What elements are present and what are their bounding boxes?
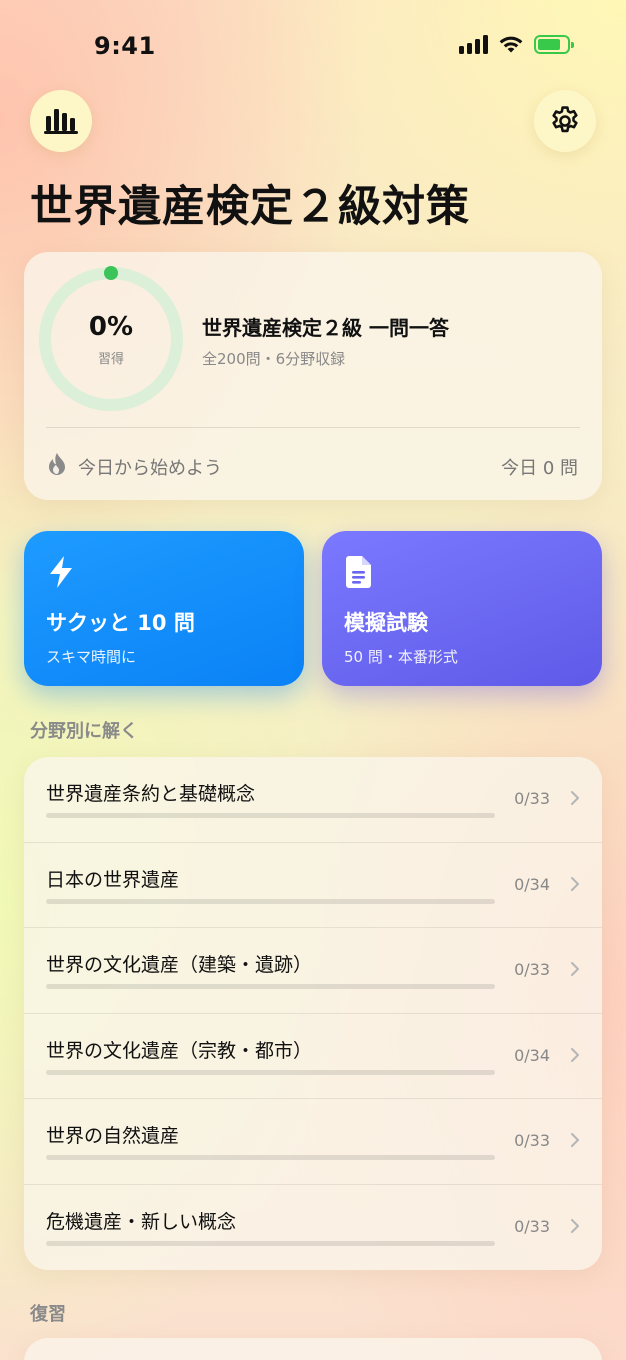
today-count: 今日 0 問 (501, 458, 578, 479)
category-progress-bar (46, 1069, 495, 1075)
chevron-right-icon (571, 962, 579, 976)
category-row[interactable]: 世界の文化遺産（建築・遺跡） 0/33 (24, 928, 602, 1014)
battery-icon (534, 34, 574, 54)
progress-caption: 習得 (97, 352, 124, 367)
chevron-right-icon (571, 1133, 579, 1147)
quick-quiz-title: サクッと 10 問 (46, 611, 195, 635)
category-name: 日本の世界遺産 (46, 868, 180, 891)
category-count: 0/33 (514, 789, 550, 808)
category-progress-bar (46, 1155, 495, 1160)
page-title: 世界遺産検定２級対策 (30, 182, 470, 232)
category-name: 世界の文化遺産（宗教・都市） (46, 1039, 313, 1062)
settings-button[interactable] (534, 90, 596, 152)
category-progress-bar (46, 813, 495, 818)
category-progress-bar (46, 898, 495, 904)
category-row[interactable]: 日本の世界遺産 0/34 (24, 843, 602, 928)
mock-exam-subtitle: 50 問・本番形式 (344, 648, 458, 666)
course-subtitle: 全200問・6分野収録 (202, 350, 346, 368)
category-count: 0/34 (514, 1045, 550, 1065)
course-title: 世界遺産検定２級 一問一答 (202, 316, 449, 340)
quick-quiz-button[interactable]: サクッと 10 問 スキマ時間に (24, 531, 304, 686)
review-section-label: 復習 (30, 1304, 66, 1325)
categories-section-label: 分野別に解く (30, 721, 138, 742)
category-count: 0/34 (514, 874, 550, 894)
stats-button[interactable] (30, 90, 92, 152)
category-name: 世界の文化遺産（建築・遺跡） (46, 954, 313, 976)
status-icons (459, 34, 574, 54)
chevron-right-icon (571, 791, 579, 805)
category-progress-bar (46, 1240, 495, 1246)
category-name: 世界の自然遺産 (46, 1125, 180, 1147)
category-progress-bar (46, 984, 495, 989)
category-name: 世界遺産条約と基礎概念 (46, 783, 256, 805)
progress-percent: 0% (88, 312, 134, 342)
flame-icon (49, 453, 65, 475)
review-card[interactable] (24, 1338, 602, 1360)
category-row[interactable]: 世界遺産条約と基礎概念 0/33 (24, 757, 602, 843)
category-count: 0/33 (514, 960, 550, 979)
category-count: 0/33 (514, 1216, 550, 1236)
category-row[interactable]: 危機遺産・新しい概念 0/33 (24, 1185, 602, 1271)
bolt-icon (50, 556, 72, 588)
cellular-signal-icon (459, 34, 488, 54)
streak-text: 今日から始めよう (78, 458, 222, 479)
category-list: 世界遺産条約と基礎概念 0/33 日本の世界遺産 0/34 世界の文化遺産（建築… (24, 757, 602, 1270)
category-row[interactable]: 世界の自然遺産 0/33 (24, 1099, 602, 1185)
category-name: 危機遺産・新しい概念 (46, 1210, 237, 1233)
gear-icon (552, 106, 578, 133)
chevron-right-icon (571, 1047, 579, 1062)
mock-exam-button[interactable]: 模擬試験 50 問・本番形式 (322, 531, 602, 686)
status-bar: 9:41 (0, 0, 626, 94)
chevron-right-icon (571, 1218, 579, 1233)
mock-exam-title: 模擬試験 (344, 611, 428, 635)
category-count: 0/33 (514, 1131, 550, 1150)
card-divider (46, 427, 580, 428)
wifi-icon (499, 36, 523, 53)
chevron-right-icon (571, 876, 579, 891)
category-row[interactable]: 世界の文化遺産（宗教・都市） 0/34 (24, 1014, 602, 1099)
status-time: 9:41 (94, 32, 156, 60)
document-icon (346, 556, 371, 588)
bar-chart-icon (44, 109, 78, 134)
progress-card[interactable]: 0% 習得 世界遺産検定２級 一問一答 全200問・6分野収録 今日から始めよう… (24, 252, 602, 500)
quick-quiz-subtitle: スキマ時間に (46, 648, 137, 666)
